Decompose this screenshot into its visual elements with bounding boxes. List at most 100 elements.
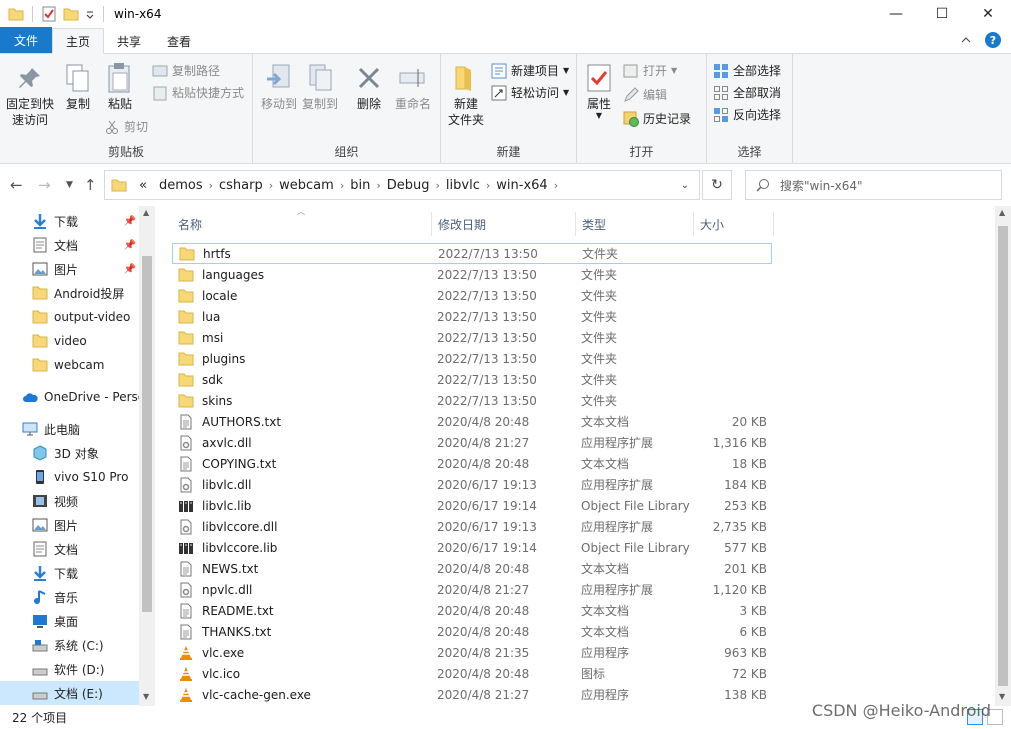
file-row[interactable]: vlc.exe 2020/4/8 21:35 应用程序 963 KB <box>172 642 772 663</box>
history-button[interactable]: 历史记录 <box>623 110 691 127</box>
refresh-button[interactable]: ↻ <box>702 170 732 200</box>
chevron-right-icon[interactable]: › <box>554 179 558 192</box>
copy-to-button[interactable]: 复制到 <box>299 62 341 112</box>
nav-item-downloads-pinned[interactable]: 下载 📌 <box>0 209 140 233</box>
file-row[interactable]: npvlc.dll 2020/4/8 21:27 应用程序扩展 1,120 KB <box>172 579 772 600</box>
close-button[interactable]: ✕ <box>965 0 1011 28</box>
file-row[interactable]: plugins 2022/7/13 13:50 文件夹 <box>172 348 772 369</box>
nav-item-3d-objects[interactable]: 3D 对象 <box>0 441 140 465</box>
nav-item-onedrive[interactable]: OneDrive - Perso <box>0 385 140 409</box>
file-row[interactable]: libvlc.lib 2020/6/17 19:14 Object File Lib… <box>172 495 772 516</box>
file-row[interactable]: vlc.ico 2020/4/8 20:48 图标 72 KB <box>172 663 772 684</box>
copy-button[interactable]: 复制 <box>60 62 96 112</box>
select-none-button[interactable]: 全部取消 <box>713 84 781 101</box>
customize-quick-access-icon[interactable] <box>85 6 95 22</box>
chevron-right-icon[interactable]: › <box>340 179 344 192</box>
nav-item-vivo-phone[interactable]: vivo S10 Pro <box>0 465 140 489</box>
edit-button[interactable]: 编辑 <box>623 86 667 103</box>
scroll-up-arrow-icon[interactable]: ▲ <box>999 208 1005 217</box>
breadcrumb-item[interactable]: demos <box>159 178 203 193</box>
nav-scrollbar-thumb[interactable] <box>142 256 152 612</box>
column-header-type[interactable]: 类型 <box>576 212 694 236</box>
nav-item-documents[interactable]: 文档 <box>0 537 140 561</box>
tab-view[interactable]: 查看 <box>154 29 204 53</box>
column-header-date[interactable]: 修改日期 <box>432 212 576 236</box>
nav-item-pictures[interactable]: 图片 <box>0 513 140 537</box>
pin-to-quick-access-button[interactable]: 固定到快 速访问 <box>4 62 56 128</box>
file-row[interactable]: README.txt 2020/4/8 20:48 文本文档 3 KB <box>172 600 772 621</box>
chevron-right-icon[interactable]: › <box>269 179 273 192</box>
column-header-size[interactable]: 大小 <box>694 212 774 236</box>
new-item-button[interactable]: 新建项目 ▼ <box>491 62 569 79</box>
nav-item-documents-pinned[interactable]: 文档 📌 <box>0 233 140 257</box>
nav-item-output-video[interactable]: output-video <box>0 305 140 329</box>
breadcrumb-item[interactable]: libvlc <box>446 178 480 193</box>
recent-locations-chevron-icon[interactable]: ▼ <box>66 180 73 190</box>
maximize-button[interactable]: ☐ <box>919 0 965 28</box>
nav-item-webcam[interactable]: webcam <box>0 353 140 377</box>
file-row[interactable]: locale 2022/7/13 13:50 文件夹 <box>172 285 772 306</box>
cut-button[interactable]: 剪切 <box>104 118 148 135</box>
nav-item-drive-c[interactable]: 系统 (C:) <box>0 633 140 657</box>
nav-item-drive-d[interactable]: 软件 (D:) <box>0 657 140 681</box>
paste-shortcut-button[interactable]: 粘贴快捷方式 <box>152 84 244 101</box>
file-list-scrollbar-thumb[interactable] <box>998 226 1008 686</box>
move-to-button[interactable]: 移动到 <box>259 62 299 112</box>
forward-arrow-icon[interactable]: → <box>38 176 51 194</box>
nav-item-desktop[interactable]: 桌面 <box>0 609 140 633</box>
chevron-right-icon[interactable]: › <box>376 179 380 192</box>
nav-item-pictures-pinned[interactable]: 图片 📌 <box>0 257 140 281</box>
nav-item-music[interactable]: 音乐 <box>0 585 140 609</box>
select-all-button[interactable]: 全部选择 <box>713 62 781 79</box>
easy-access-button[interactable]: 轻松访问 ▼ <box>491 84 569 101</box>
tab-share[interactable]: 共享 <box>104 29 154 53</box>
breadcrumb-item[interactable]: webcam <box>279 178 334 193</box>
nav-item-drive-e[interactable]: 文档 (E:) <box>0 681 140 705</box>
tab-file[interactable]: 文件 <box>0 27 53 53</box>
file-row[interactable]: libvlccore.lib 2020/6/17 19:14 Object File… <box>172 537 772 558</box>
file-row[interactable]: libvlc.dll 2020/6/17 19:13 应用程序扩展 184 KB <box>172 474 772 495</box>
chevron-right-icon[interactable]: › <box>209 179 213 192</box>
file-row[interactable]: axvlc.dll 2020/4/8 21:27 应用程序扩展 1,316 KB <box>172 432 772 453</box>
help-icon[interactable]: ? <box>985 32 1001 48</box>
file-row[interactable]: THANKS.txt 2020/4/8 20:48 文本文档 6 KB <box>172 621 772 642</box>
nav-scrollbar[interactable]: ▲ ▼ <box>139 206 155 706</box>
file-row[interactable]: msi 2022/7/13 13:50 文件夹 <box>172 327 772 348</box>
tab-home[interactable]: 主页 <box>52 28 105 54</box>
collapse-ribbon-icon[interactable] <box>961 35 971 45</box>
paste-button[interactable]: 粘贴 <box>100 62 140 112</box>
back-arrow-icon[interactable]: ← <box>10 176 23 194</box>
nav-item-downloads[interactable]: 下载 <box>0 561 140 585</box>
new-folder-button[interactable]: 新建 文件夹 <box>445 62 487 128</box>
address-bar[interactable]: « demos › csharp › webcam › bin › Debug … <box>104 170 700 200</box>
nav-item-android-screen[interactable]: Android投屏 <box>0 281 140 305</box>
delete-button[interactable]: 删除 <box>351 62 387 112</box>
scroll-up-arrow-icon[interactable]: ▲ <box>143 208 149 217</box>
up-arrow-icon[interactable]: ↑ <box>84 176 97 194</box>
open-button[interactable]: 打开 ▼ <box>623 62 677 79</box>
file-row[interactable]: libvlccore.dll 2020/6/17 19:13 应用程序扩展 2,735… <box>172 516 772 537</box>
properties-button[interactable]: 属性 ▼ <box>581 62 617 120</box>
file-row[interactable]: NEWS.txt 2020/4/8 20:48 文本文档 201 KB <box>172 558 772 579</box>
copy-path-button[interactable]: 复制路径 <box>152 62 220 79</box>
new-folder-icon[interactable] <box>63 6 79 22</box>
nav-item-this-pc[interactable]: 此电脑 <box>0 417 140 441</box>
address-dropdown-chevron-icon[interactable]: ⌄ <box>681 180 689 191</box>
file-row[interactable]: skins 2022/7/13 13:50 文件夹 <box>172 390 772 411</box>
scroll-down-arrow-icon[interactable]: ▼ <box>143 692 149 701</box>
invert-selection-button[interactable]: 反向选择 <box>713 106 781 123</box>
breadcrumb-overflow[interactable]: « <box>139 178 147 193</box>
breadcrumb-item[interactable]: Debug <box>387 178 430 193</box>
properties-icon[interactable] <box>41 6 57 22</box>
rename-button[interactable]: 重命名 <box>391 62 435 112</box>
nav-item-videos[interactable]: 视频 <box>0 489 140 513</box>
breadcrumb-item[interactable]: bin <box>350 178 370 193</box>
breadcrumb-item[interactable]: win-x64 <box>496 178 547 193</box>
file-row[interactable]: COPYING.txt 2020/4/8 20:48 文本文档 18 KB <box>172 453 772 474</box>
minimize-button[interactable]: — <box>873 0 919 28</box>
file-list-scrollbar[interactable]: ▲ ▼ <box>995 206 1011 706</box>
file-row[interactable]: hrtfs 2022/7/13 13:50 文件夹 <box>172 243 772 264</box>
file-row[interactable]: sdk 2022/7/13 13:50 文件夹 <box>172 369 772 390</box>
file-row[interactable]: AUTHORS.txt 2020/4/8 20:48 文本文档 20 KB <box>172 411 772 432</box>
file-row[interactable]: vlc-cache-gen.exe 2020/4/8 21:27 应用程序 138 K… <box>172 684 772 705</box>
